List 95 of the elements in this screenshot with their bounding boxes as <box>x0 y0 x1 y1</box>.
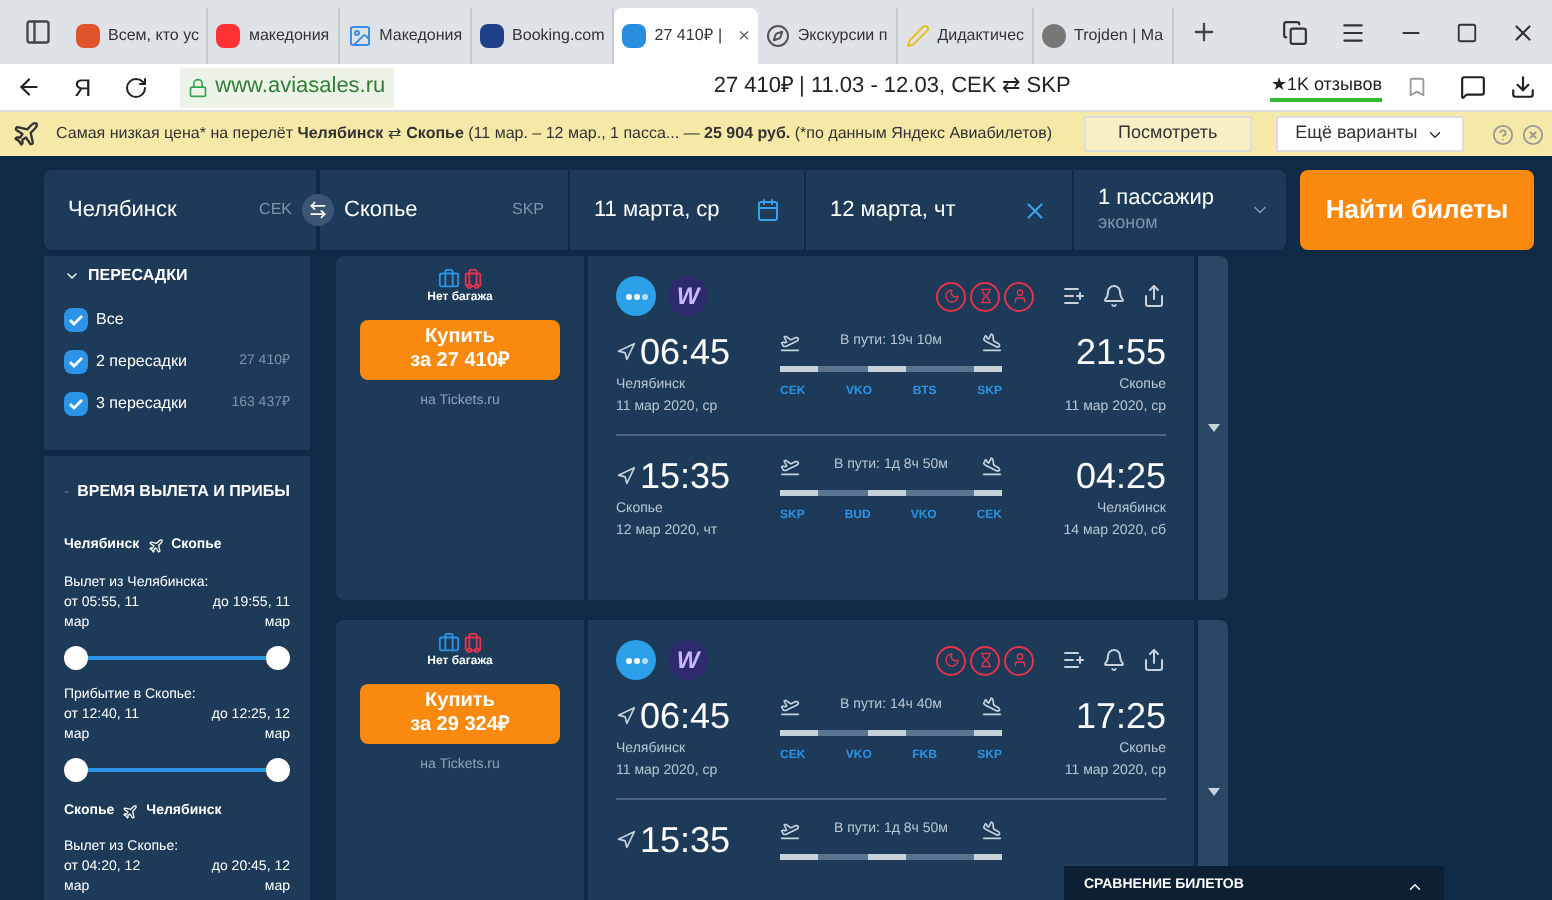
passengers-field[interactable]: 1 пассажир эконом <box>1074 170 1286 250</box>
browser-tab[interactable]: 27 410₽ | × <box>614 8 758 64</box>
landing-icon <box>982 820 1002 841</box>
departure-time: 15:35 <box>640 456 731 496</box>
calendar-icon[interactable] <box>756 198 780 222</box>
tab-favicon-icon <box>216 24 241 48</box>
add-to-list-icon[interactable] <box>1062 284 1086 308</box>
person-icon <box>1004 281 1034 311</box>
departure-time: 06:45 <box>640 696 731 736</box>
plane-icon <box>12 120 40 148</box>
tab-favicon-icon <box>76 24 100 48</box>
maximize-icon[interactable] <box>1456 21 1478 43</box>
share-icon[interactable] <box>1142 284 1166 308</box>
takeoff-icon <box>780 696 800 717</box>
checkbox-label[interactable]: Все <box>96 308 124 332</box>
reload-icon[interactable] <box>123 75 148 99</box>
bookmark-icon[interactable] <box>1406 76 1428 98</box>
compass-icon <box>765 24 790 48</box>
tab-favicon-icon <box>1042 24 1067 48</box>
page-title: 27 410₽ | 11.03 - 12.03, CEK ⇄ SKP <box>711 72 1071 103</box>
clear-icon[interactable] <box>1022 197 1048 223</box>
destination-field[interactable]: Скопье SKP <box>320 170 568 250</box>
more-options-button[interactable]: Ещё варианты <box>1275 116 1464 152</box>
night-icon <box>936 645 966 675</box>
bell-icon[interactable] <box>1102 648 1126 672</box>
caret-icon[interactable] <box>1207 424 1219 432</box>
return-date-field[interactable]: 12 марта, чт <box>806 170 1072 250</box>
menu-icon[interactable] <box>1340 19 1366 45</box>
plane-icon <box>147 538 164 555</box>
hourglass-icon <box>970 645 1000 675</box>
caret-icon[interactable] <box>64 268 80 284</box>
download-icon[interactable] <box>1510 74 1536 100</box>
departure-icon <box>616 466 636 486</box>
takeoff-icon <box>780 456 800 477</box>
suitcase-icon <box>461 632 483 654</box>
arrival-time: 21:55 <box>1075 332 1166 372</box>
airline-logo: W <box>668 276 708 316</box>
close-icon[interactable] <box>1510 19 1536 45</box>
landing-icon <box>982 332 1002 353</box>
check-icon <box>68 354 84 370</box>
share-icon[interactable] <box>1142 648 1166 672</box>
bell-icon[interactable] <box>1102 284 1126 308</box>
departure-icon <box>616 342 636 362</box>
departure-time: 06:45 <box>640 332 731 372</box>
info-message: Самая низкая цена* на перелёт Челябинск ⇄ Скопье (11 мар. – 12 мар., 1 пасса... — 25 904 руб. (*по данным Яндекс Авиабилетов) <box>56 122 1053 146</box>
hourglass-icon <box>970 281 1000 311</box>
view-button[interactable]: Посмотреть <box>1084 116 1252 152</box>
checkbox-label[interactable]: 3 пересадки <box>96 392 187 416</box>
departure-date-field[interactable]: 11 марта, ср <box>570 170 804 250</box>
browser-logo[interactable]: Я <box>74 69 92 105</box>
checkbox-label[interactable]: 2 пересадки <box>96 350 187 374</box>
check-icon <box>68 396 84 412</box>
pen-icon <box>905 24 930 48</box>
departure-icon <box>616 706 636 726</box>
person-icon <box>1004 645 1034 675</box>
chat-icon[interactable] <box>1460 74 1486 100</box>
bag-icon <box>437 268 459 290</box>
image-icon <box>347 24 372 48</box>
slider-handle[interactable] <box>266 757 290 781</box>
airline-logo: W <box>668 640 708 680</box>
airline-logo <box>616 276 656 316</box>
section-title[interactable]: ПЕРЕСАДКИ <box>88 264 188 288</box>
bag-icon <box>437 632 459 654</box>
takeoff-icon <box>780 332 800 353</box>
airline-logo <box>616 640 656 680</box>
tabs-icon[interactable] <box>1282 19 1308 45</box>
night-icon <box>936 281 966 311</box>
add-to-list-icon[interactable] <box>1062 648 1086 672</box>
checkbox[interactable] <box>64 350 88 374</box>
arrival-time: 04:25 <box>1075 456 1166 496</box>
section-title[interactable]: ВРЕМЯ ВЫЛЕТА И ПРИБЫ <box>77 480 290 504</box>
sidebar-icon[interactable] <box>24 18 52 46</box>
landing-icon <box>982 456 1002 477</box>
origin-field[interactable]: Челябинск CEK <box>44 170 316 250</box>
landing-icon <box>982 696 1002 717</box>
checkbox[interactable] <box>64 308 88 332</box>
checkbox[interactable] <box>64 392 88 416</box>
plane-icon <box>122 803 139 820</box>
departure-time: 15:35 <box>640 820 731 860</box>
arrival-time: 17:25 <box>1075 696 1166 736</box>
tab-favicon-icon <box>480 24 505 48</box>
suitcase-icon <box>461 268 483 290</box>
departure-icon <box>616 830 636 850</box>
slider-handle[interactable] <box>64 757 88 781</box>
back-icon[interactable] <box>16 74 42 100</box>
slider-handle[interactable] <box>266 645 290 669</box>
tab-favicon-icon <box>622 24 647 48</box>
new-tab-icon[interactable] <box>1189 18 1218 46</box>
lock-icon <box>187 77 208 97</box>
check-icon <box>68 312 84 328</box>
slider-handle[interactable] <box>64 645 88 669</box>
takeoff-icon <box>780 820 800 841</box>
caret-icon[interactable] <box>1207 787 1219 795</box>
reviews-link[interactable]: ★1K отзывов <box>1270 71 1382 103</box>
url-field[interactable]: www.aviasales.ru <box>179 67 394 107</box>
